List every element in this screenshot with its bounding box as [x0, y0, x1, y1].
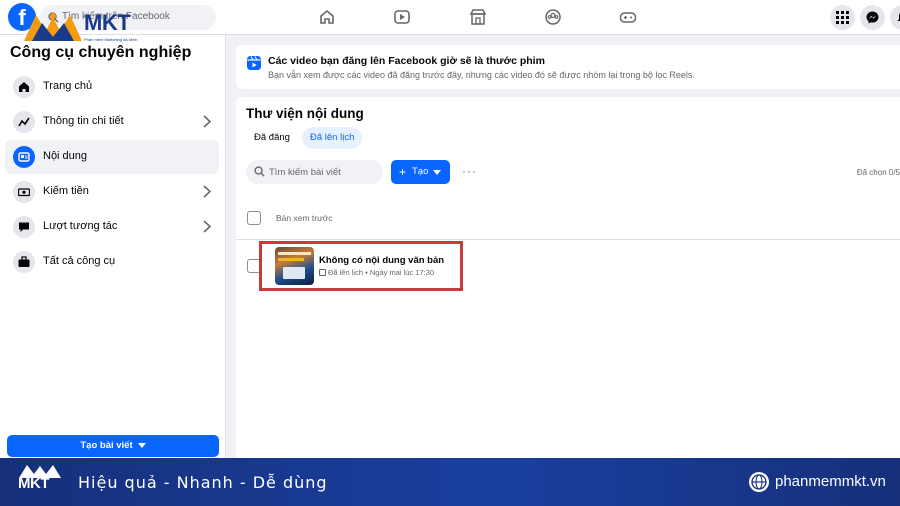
- groups-icon[interactable]: [544, 8, 562, 26]
- sidebar-item-engagement[interactable]: Lượt tương tác: [5, 210, 219, 244]
- sidebar-item-content[interactable]: Nội dung: [5, 140, 219, 174]
- create-content-button[interactable]: + Tạo: [391, 160, 450, 184]
- post-meta: Đã lên lịch • Ngày mai lúc 17:30: [319, 268, 434, 277]
- sidebar-item-home[interactable]: Trang chủ: [5, 70, 219, 104]
- more-options-icon[interactable]: ···: [462, 164, 477, 178]
- notifications-icon: [897, 13, 900, 21]
- post-status: Đã lên lịch: [328, 268, 364, 277]
- selected-count: Đã chọn 0/5: [856, 168, 900, 177]
- calendar-icon: [319, 269, 326, 276]
- sidebar-item-all-tools[interactable]: Tất cả công cụ: [5, 245, 219, 279]
- create-post-label: Tạo bài viết: [80, 440, 133, 451]
- sidebar-item-monetization[interactable]: Kiếm tiền: [5, 175, 219, 209]
- post-title[interactable]: Không có nội dung văn bản: [319, 255, 444, 266]
- chevron-right-icon: [203, 115, 211, 128]
- post-search-input[interactable]: Tìm kiếm bài viết: [246, 160, 383, 184]
- tab-scheduled[interactable]: Đã lên lịch: [302, 127, 363, 149]
- sidebar-item-label: Nội dung: [43, 150, 88, 162]
- caret-down-icon: [433, 170, 441, 175]
- mkt-banner-logo: MKT: [18, 463, 62, 501]
- banner-slogan: Hiệu quả - Nhanh - Dễ dùng: [78, 473, 328, 492]
- preview-column-header: Bản xem trước: [276, 213, 333, 223]
- search-icon: [254, 166, 265, 177]
- table-header-row: Bản xem trước: [236, 203, 900, 240]
- messenger-button[interactable]: [860, 5, 885, 30]
- chevron-right-icon: [203, 220, 211, 233]
- globe-icon: [749, 472, 769, 492]
- sidebar-item-label: Trang chủ: [43, 80, 93, 92]
- content-library-panel: Thư viện nội dung Đã đăng Đã lên lịch Tì…: [236, 97, 900, 458]
- table-row[interactable]: Không có nội dung văn bản Đã lên lịch • …: [236, 241, 900, 291]
- engagement-icon: [13, 216, 35, 238]
- insights-icon: [13, 111, 35, 133]
- sidebar-item-label: Lượt tương tác: [43, 220, 118, 232]
- content-icon: [13, 146, 35, 168]
- create-label: Tạo: [412, 166, 429, 177]
- reels-icon: [247, 56, 261, 70]
- sidebar-item-label: Tất cả công cụ: [43, 255, 116, 267]
- notice-description: Bạn vẫn xem được các video đã đăng trước…: [268, 70, 695, 80]
- video-icon[interactable]: [393, 8, 411, 26]
- chevron-right-icon: [203, 185, 211, 198]
- menu-grid-icon: [836, 11, 849, 24]
- home-icon[interactable]: [318, 8, 336, 26]
- home-icon: [13, 76, 35, 98]
- mkt-emblem-icon: [24, 13, 82, 41]
- caret-down-icon: [137, 442, 146, 448]
- messenger-icon: [866, 11, 879, 24]
- post-search-placeholder: Tìm kiếm bài viết: [269, 167, 341, 178]
- tab-published[interactable]: Đã đăng: [246, 127, 298, 149]
- brand-banner: MKT Hiệu quả - Nhanh - Dễ dùng phanmemmk…: [0, 458, 900, 506]
- mkt-brand-text: MKT: [84, 10, 131, 35]
- plus-icon: +: [399, 165, 407, 179]
- sidebar-item-label: Kiếm tiền: [43, 185, 89, 197]
- mkt-tagline: Phần mềm Marketing đa kênh: [84, 37, 138, 42]
- banner-brand-text: MKT: [18, 475, 50, 492]
- create-post-button[interactable]: Tạo bài viết: [7, 435, 219, 457]
- professional-tools-sidebar: Công cụ chuyên nghiệp Trang chủ Thông ti…: [0, 35, 226, 458]
- marketplace-icon[interactable]: [469, 8, 487, 26]
- library-title: Thư viện nội dung: [246, 106, 364, 121]
- sidebar-item-insights[interactable]: Thông tin chi tiết: [5, 105, 219, 139]
- select-all-checkbox[interactable]: [247, 211, 261, 225]
- post-thumbnail[interactable]: [275, 247, 314, 285]
- reels-notice-card: Các video bạn đăng lên Facebook giờ sẽ l…: [236, 45, 900, 89]
- gaming-icon[interactable]: [619, 8, 637, 26]
- toolbox-icon: [13, 251, 35, 273]
- menu-grid-button[interactable]: [830, 5, 855, 30]
- banner-website[interactable]: phanmemmkt.vn: [775, 473, 886, 490]
- monetization-icon: [13, 181, 35, 203]
- notifications-button[interactable]: [890, 5, 900, 30]
- meta-separator: •: [365, 268, 368, 277]
- notice-title: Các video bạn đăng lên Facebook giờ sẽ l…: [268, 55, 545, 67]
- mkt-watermark-logo: MKT Phần mềm Marketing đa kênh: [22, 5, 147, 47]
- sidebar-item-label: Thông tin chi tiết: [43, 115, 124, 127]
- post-schedule-time: Ngày mai lúc 17:30: [369, 268, 435, 277]
